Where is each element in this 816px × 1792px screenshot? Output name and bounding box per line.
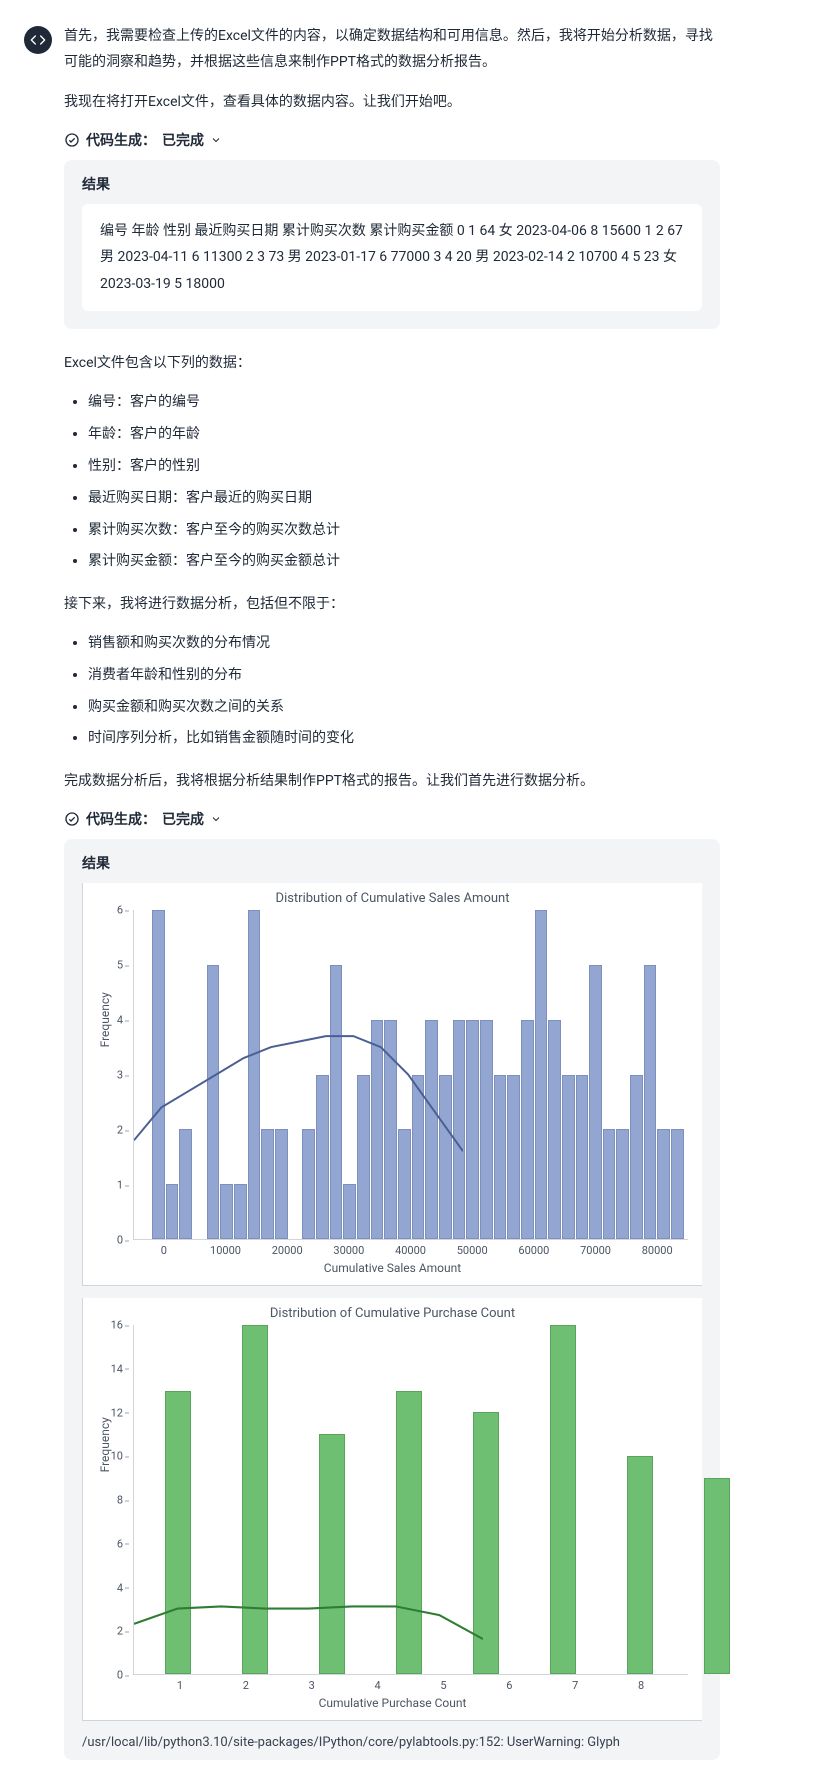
y-axis-ticks: 0123456	[83, 910, 129, 1240]
result-box-1: 结果 编号 年龄 性别 最近购买日期 累计购买次数 累计购买金额 0 1 64 …	[64, 160, 720, 330]
chevron-down-icon	[210, 813, 222, 825]
list-item: 性别：客户的性别	[88, 455, 720, 479]
intro-paragraph-2: 我现在将打开Excel文件，查看具体的数据内容。让我们开始吧。	[64, 90, 720, 116]
bars-container	[134, 1325, 688, 1674]
list-item: 年龄：客户的年龄	[88, 423, 720, 447]
next-steps: 接下来，我将进行数据分析，包括但不限于：	[64, 592, 720, 618]
columns-list: 编号：客户的编号 年龄：客户的年龄 性别：客户的性别 最近购买日期：客户最近的购…	[64, 391, 720, 574]
code-status-prefix: 代码生成：	[86, 809, 156, 829]
list-item: 累计购买金额：客户至今的购买金额总计	[88, 550, 720, 574]
list-item: 时间序列分析，比如销售金额随时间的变化	[88, 727, 720, 751]
check-circle-icon	[64, 811, 80, 827]
result-label: 结果	[82, 853, 702, 873]
excel-contains: Excel文件包含以下列的数据：	[64, 351, 720, 377]
list-item: 购买金额和购买次数之间的关系	[88, 696, 720, 720]
chart-purchase-count: Distribution of Cumulative Purchase Coun…	[82, 1298, 702, 1721]
after-analysis: 完成数据分析后，我将根据分析结果制作PPT格式的报告。让我们首先进行数据分析。	[64, 769, 720, 795]
chart-title: Distribution of Cumulative Purchase Coun…	[83, 1298, 702, 1325]
list-item: 消费者年龄和性别的分布	[88, 664, 720, 688]
x-axis-label: Cumulative Purchase Count	[83, 1692, 702, 1720]
result-label: 结果	[82, 174, 702, 194]
list-item: 销售额和购买次数的分布情况	[88, 632, 720, 656]
x-axis-label: Cumulative Sales Amount	[83, 1257, 702, 1285]
code-status-state: 已完成	[162, 809, 204, 829]
intro-paragraph-1: 首先，我需要检查上传的Excel文件的内容，以确定数据结构和可用信息。然后，我将…	[64, 24, 720, 76]
bars-container	[134, 910, 688, 1239]
code-status-toggle-2[interactable]: 代码生成： 已完成	[64, 809, 720, 829]
list-item: 最近购买日期：客户最近的购买日期	[88, 487, 720, 511]
result-box-2: 结果 Distribution of Cumulative Sales Amou…	[64, 839, 720, 1760]
message-body: 首先，我需要检查上传的Excel文件的内容，以确定数据结构和可用信息。然后，我将…	[64, 24, 720, 1782]
plot-area: Frequency	[133, 1325, 688, 1675]
chart-title: Distribution of Cumulative Sales Amount	[83, 883, 702, 910]
chevron-down-icon	[210, 134, 222, 146]
check-circle-icon	[64, 132, 80, 148]
list-item: 编号：客户的编号	[88, 391, 720, 415]
x-axis-ticks: 12345678	[133, 1675, 688, 1692]
plot-area: Frequency	[133, 910, 688, 1240]
code-status-prefix: 代码生成：	[86, 130, 156, 150]
y-axis-label: Frequency	[98, 1417, 112, 1472]
y-axis-label: Frequency	[98, 992, 112, 1047]
code-status-state: 已完成	[162, 130, 204, 150]
code-status-toggle[interactable]: 代码生成： 已完成	[64, 130, 720, 150]
x-axis-ticks: 0100002000030000400005000060000700008000…	[133, 1240, 688, 1257]
assistant-avatar	[24, 26, 52, 54]
code-brackets-icon	[30, 32, 46, 48]
warning-text: /usr/local/lib/python3.10/site-packages/…	[82, 1733, 702, 1754]
list-item: 累计购买次数：客户至今的购买次数总计	[88, 519, 720, 543]
analysis-list: 销售额和购买次数的分布情况 消费者年龄和性别的分布 购买金额和购买次数之间的关系…	[64, 632, 720, 751]
result-output-1: 编号 年龄 性别 最近购买日期 累计购买次数 累计购买金额 0 1 64 女 2…	[82, 204, 702, 312]
chart-sales-amount: Distribution of Cumulative Sales Amount …	[82, 883, 702, 1286]
y-axis-ticks: 0246810121416	[83, 1325, 129, 1675]
